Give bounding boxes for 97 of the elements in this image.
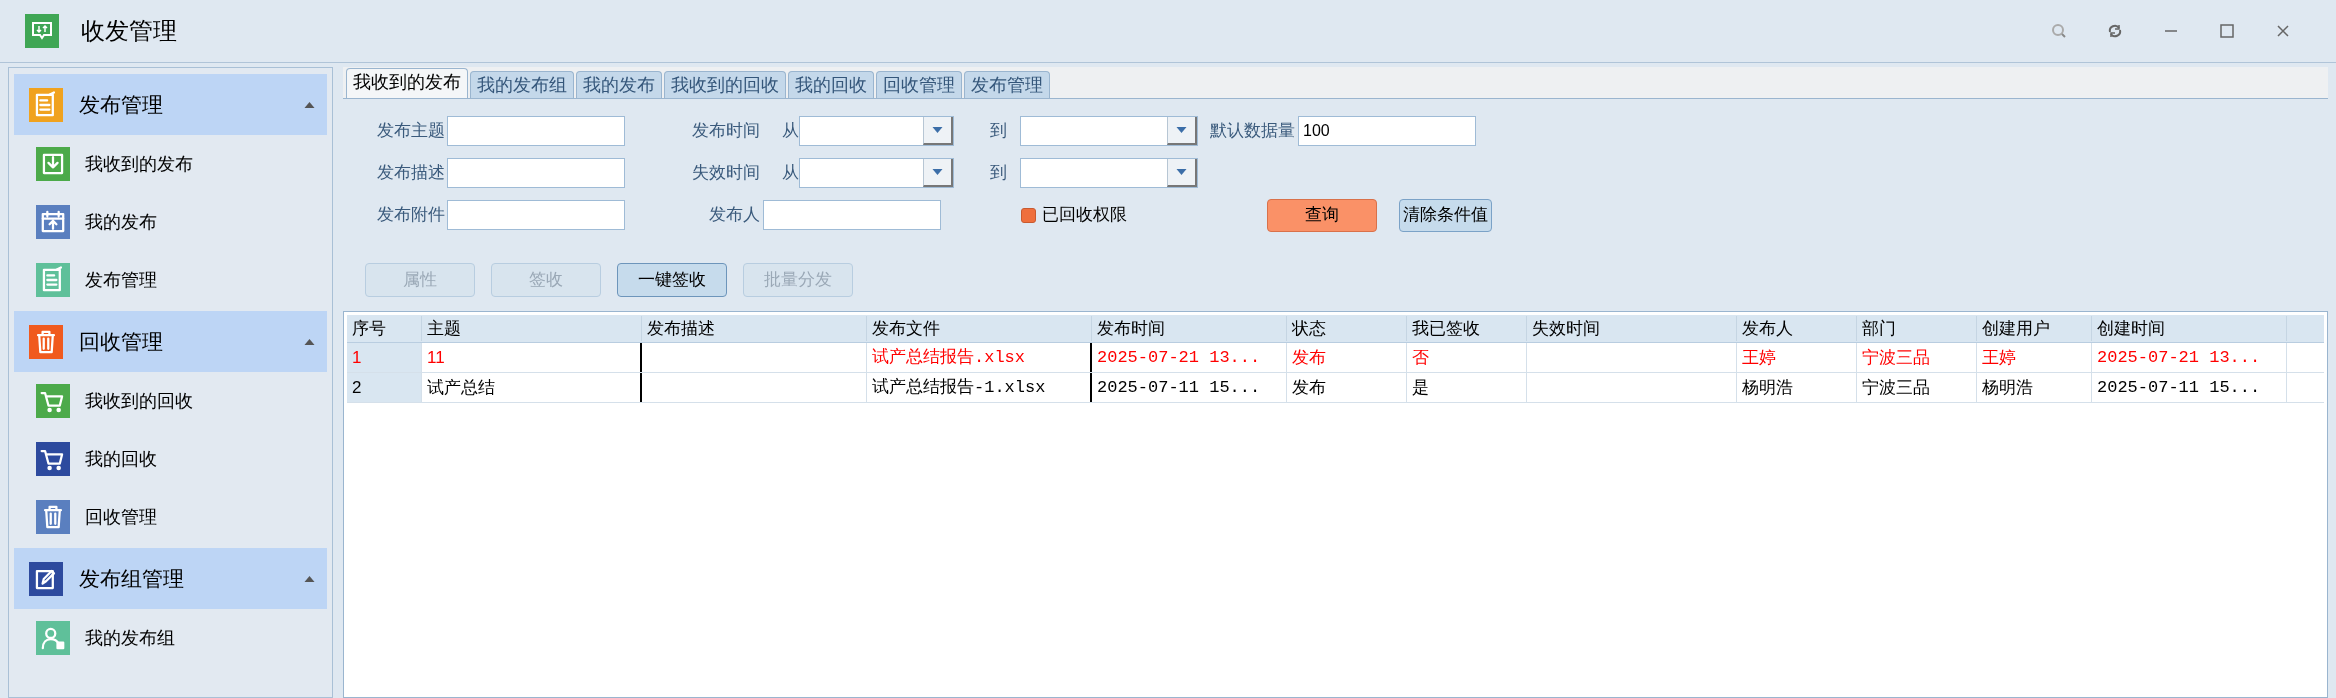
column-header[interactable]: 状态 — [1287, 315, 1407, 342]
table-cell: 杨明浩 — [1737, 373, 1857, 402]
sidebar-item[interactable]: 发布管理 — [14, 251, 327, 309]
table-cell: 2025-07-11 15... — [1092, 373, 1287, 402]
refresh-icon[interactable] — [2107, 23, 2123, 39]
field-label: 发布人 — [708, 204, 760, 227]
collapse-caret-icon — [304, 575, 315, 582]
dropdown-arrow-icon — [1176, 169, 1187, 175]
input-field[interactable] — [447, 116, 625, 146]
tab[interactable]: 发布管理 — [964, 71, 1050, 98]
tab[interactable]: 我收到的发布 — [346, 68, 468, 98]
table-cell: 2025-07-11 15... — [2092, 373, 2287, 402]
table-cell: 宁波三品 — [1857, 373, 1977, 402]
dropdown-arrow-icon — [932, 127, 943, 133]
table-cell: 2025-07-21 13... — [2092, 343, 2287, 372]
column-header[interactable]: 主题 — [422, 315, 642, 342]
cart-icon — [36, 442, 70, 476]
table-cell: 发布 — [1287, 343, 1407, 372]
download-icon — [36, 147, 70, 181]
tab[interactable]: 我的发布 — [576, 71, 662, 98]
input-field[interactable]: 100 — [1298, 116, 1476, 146]
field-label: 从 — [782, 162, 799, 185]
date-dropdown[interactable] — [1020, 158, 1198, 188]
row-number: 1 — [347, 343, 422, 372]
field-label: 到 — [990, 162, 1007, 185]
trash-icon — [36, 500, 70, 534]
tab[interactable]: 我收到的回收 — [664, 71, 786, 98]
table-cell: 是 — [1407, 373, 1527, 402]
column-header[interactable]: 发布时间 — [1092, 315, 1287, 342]
tab[interactable]: 我的发布组 — [470, 71, 574, 98]
column-header[interactable]: 发布人 — [1737, 315, 1857, 342]
input-field[interactable] — [763, 200, 941, 230]
sidebar-item[interactable]: 我的发布 — [14, 193, 327, 251]
collapse-caret-icon — [304, 338, 315, 345]
date-dropdown[interactable] — [799, 158, 954, 188]
maximize-icon[interactable] — [2219, 23, 2235, 39]
collapse-caret-icon — [304, 101, 315, 108]
sidebar-item[interactable]: 我收到的发布 — [14, 135, 327, 193]
sidebar-item[interactable]: 我的发布组 — [14, 609, 327, 667]
sidebar-group-header[interactable]: 发布组管理 — [14, 548, 327, 609]
tab[interactable]: 我的回收 — [788, 71, 874, 98]
input-field[interactable] — [447, 158, 625, 188]
table-cell: 试产总结报告.xlsx — [867, 343, 1092, 372]
checkbox[interactable] — [1021, 207, 1036, 223]
sidebar-item[interactable]: 我的回收 — [14, 430, 327, 488]
query-button[interactable]: 查询 — [1267, 198, 1377, 232]
date-dropdown[interactable] — [1020, 116, 1198, 146]
field-label: 发布时间 — [691, 120, 760, 143]
window-title: 收发管理 — [81, 16, 177, 46]
note-icon — [29, 87, 63, 122]
table-cell: 否 — [1407, 343, 1527, 372]
table-cell: 杨明浩 — [1977, 373, 2092, 402]
column-header[interactable]: 失效时间 — [1527, 315, 1737, 342]
row-number: 2 — [347, 373, 422, 402]
field-label: 发布描述 — [376, 162, 445, 185]
close-icon[interactable] — [2275, 23, 2291, 39]
table-cell: 发布 — [1287, 373, 1407, 402]
column-header[interactable]: 发布描述 — [642, 315, 867, 342]
date-dropdown[interactable] — [799, 116, 954, 146]
tab[interactable]: 回收管理 — [876, 71, 962, 98]
trash-icon — [29, 324, 63, 359]
column-header[interactable]: 序号 — [347, 315, 422, 342]
app-logo-icon — [25, 14, 59, 48]
search-icon[interactable] — [2051, 23, 2067, 39]
action-button[interactable]: 一键签收 — [617, 263, 727, 297]
cart-icon — [36, 384, 70, 418]
input-field[interactable] — [447, 200, 625, 230]
checkbox-label: 已回收权限 — [1042, 204, 1127, 227]
sidebar-group-header[interactable]: 发布管理 — [14, 74, 327, 135]
table-cell: 试产总结报告-1.xlsx — [867, 373, 1092, 402]
column-header[interactable]: 创建时间 — [2092, 315, 2287, 342]
column-header[interactable]: 发布文件 — [867, 315, 1092, 342]
table-cell: 宁波三品 — [1857, 343, 1977, 372]
note-icon — [36, 263, 70, 297]
calendar-icon — [36, 205, 70, 239]
field-label: 发布主题 — [376, 120, 445, 143]
field-label: 到 — [990, 120, 1007, 143]
edit-icon — [29, 561, 63, 596]
field-label: 从 — [782, 120, 799, 143]
field-label: 失效时间 — [691, 162, 760, 185]
dropdown-arrow-icon — [932, 169, 943, 175]
sidebar-item[interactable]: 回收管理 — [14, 488, 327, 546]
column-header[interactable]: 我已签收 — [1407, 315, 1527, 342]
clear-button[interactable]: 清除条件值 — [1399, 198, 1492, 232]
table-cell: 王婷 — [1977, 343, 2092, 372]
table-cell: 2025-07-21 13... — [1092, 343, 1287, 372]
sidebar-group-header[interactable]: 回收管理 — [14, 311, 327, 372]
field-label: 默认数据量 — [1210, 120, 1295, 143]
sidebar-item[interactable]: 我收到的回收 — [14, 372, 327, 430]
dropdown-arrow-icon — [1176, 127, 1187, 133]
field-label: 发布附件 — [376, 204, 445, 227]
table-cell: 11 — [422, 343, 642, 372]
column-header[interactable]: 部门 — [1857, 315, 1977, 342]
column-header[interactable]: 创建用户 — [1977, 315, 2092, 342]
user-icon — [36, 621, 70, 655]
table-cell: 王婷 — [1737, 343, 1857, 372]
table-cell: 试产总结 — [422, 373, 642, 402]
